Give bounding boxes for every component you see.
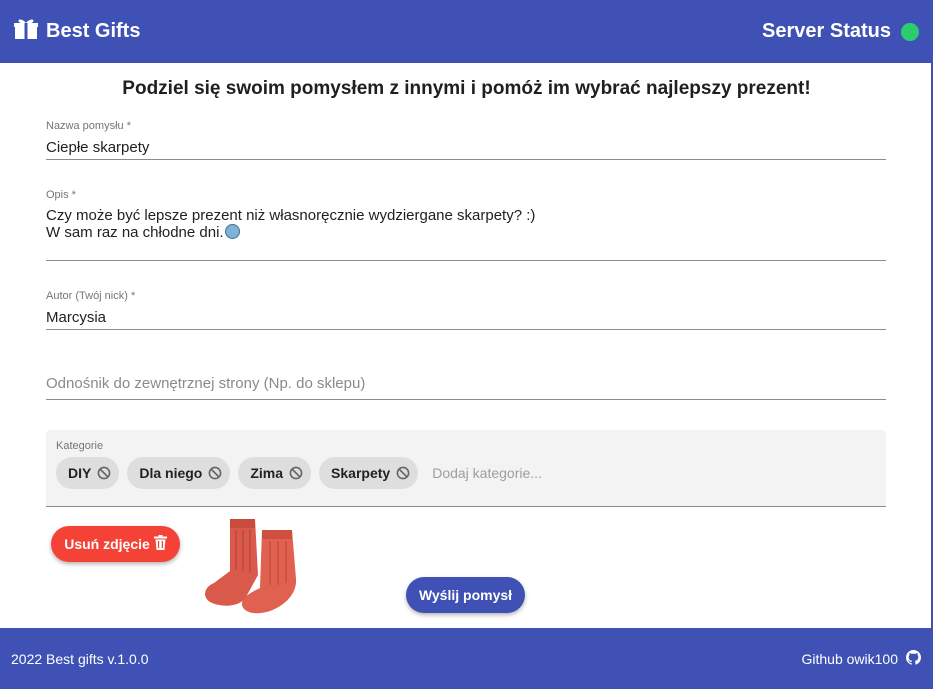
author-label: Autor (Twój nick) * bbox=[46, 290, 136, 302]
categories-label: Kategorie bbox=[56, 440, 104, 452]
category-chip[interactable]: Zima bbox=[238, 457, 312, 489]
description-input[interactable]: Czy może być lepsze prezent niż własnorę… bbox=[46, 207, 886, 241]
brand[interactable]: Best Gifts bbox=[14, 18, 140, 45]
category-chip-label: Zima bbox=[250, 465, 284, 481]
submit-idea-button[interactable]: Wyślij pomysł bbox=[406, 577, 525, 613]
add-category-input[interactable] bbox=[432, 465, 633, 481]
github-link[interactable]: Github owik100 bbox=[801, 649, 921, 668]
server-status: Server Status bbox=[762, 20, 919, 43]
app-bar: Best Gifts Server Status bbox=[0, 0, 933, 63]
description-line-2: W sam raz na chłodne dni. bbox=[46, 224, 224, 241]
idea-name-field[interactable]: Nazwa pomysłu * Ciepłe skarpety bbox=[46, 120, 886, 160]
author-field[interactable]: Autor (Twój nick) * Marcysia bbox=[46, 290, 886, 330]
gift-icon bbox=[14, 18, 38, 45]
external-link-input[interactable]: Odnośnik do zewnętrznej strony (Np. do s… bbox=[46, 375, 886, 392]
status-indicator-icon bbox=[901, 22, 919, 41]
external-link-field[interactable]: Odnośnik do zewnętrznej strony (Np. do s… bbox=[46, 375, 886, 400]
description-label: Opis * bbox=[46, 189, 76, 201]
block-icon[interactable] bbox=[396, 466, 410, 480]
remove-photo-label: Usuń zdjęcie bbox=[64, 536, 150, 552]
footer: 2022 Best gifts v.1.0.0 Github owik100 bbox=[0, 628, 933, 689]
app-title: Best Gifts bbox=[46, 20, 141, 42]
github-icon bbox=[906, 649, 921, 668]
trash-icon bbox=[153, 535, 167, 553]
description-line-1: Czy może być lepsze prezent niż własnorę… bbox=[46, 207, 536, 224]
block-icon[interactable] bbox=[289, 466, 303, 480]
github-label: Github owik100 bbox=[801, 650, 898, 667]
category-chip-label: Skarpety bbox=[331, 465, 391, 481]
category-chips: DIY Dla niego Zima Skarpety bbox=[56, 457, 876, 489]
idea-name-input[interactable]: Ciepłe skarpety bbox=[46, 139, 886, 156]
block-icon[interactable] bbox=[97, 466, 111, 480]
cold-face-emoji-icon bbox=[224, 224, 240, 239]
category-chip[interactable]: Skarpety bbox=[319, 457, 419, 489]
footer-copyright: 2022 Best gifts v.1.0.0 bbox=[11, 650, 149, 667]
category-chip-label: DIY bbox=[68, 465, 92, 481]
idea-name-label: Nazwa pomysłu * bbox=[46, 120, 131, 132]
remove-photo-button[interactable]: Usuń zdjęcie bbox=[51, 526, 180, 562]
page-title: Podziel się swoim pomysłem z innymi i po… bbox=[122, 78, 811, 99]
author-input[interactable]: Marcysia bbox=[46, 309, 886, 326]
category-chip[interactable]: DIY bbox=[56, 457, 120, 489]
categories-field[interactable]: Kategorie DIY Dla niego Zima Skarpety bbox=[46, 430, 886, 507]
category-chip[interactable]: Dla niego bbox=[127, 457, 231, 489]
description-field[interactable]: Opis * Czy może być lepsze prezent niż w… bbox=[46, 189, 886, 261]
block-icon[interactable] bbox=[208, 466, 222, 480]
gift-photo bbox=[200, 515, 300, 617]
category-chip-label: Dla niego bbox=[139, 465, 203, 481]
server-status-label: Server Status bbox=[762, 20, 891, 42]
